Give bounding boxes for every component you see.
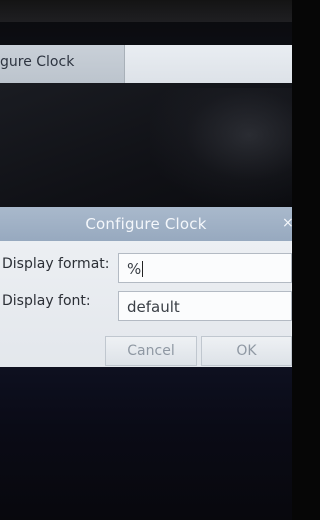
background-window-title: gure Clock [0, 54, 75, 70]
close-icon[interactable]: × [282, 215, 292, 231]
device-bezel [0, 0, 292, 22]
display-format-input[interactable]: % [118, 253, 292, 283]
screen-glare [150, 88, 292, 206]
dialog-titlebar: Configure Clock × [0, 207, 292, 241]
display-format-label: Display format: [2, 256, 110, 272]
text-caret [142, 261, 144, 277]
dialog-title: Configure Clock [85, 215, 207, 233]
screen: gure Clock Configure Clock × Display for… [0, 0, 292, 520]
background-window-title-tab[interactable]: gure Clock [0, 45, 125, 83]
desktop-background [0, 367, 292, 520]
display-font-label: Display font: [2, 293, 91, 309]
display-font-value: default [127, 298, 180, 316]
cancel-button[interactable]: Cancel [105, 336, 197, 366]
ok-button[interactable]: OK [201, 336, 292, 366]
display-format-value: % [127, 260, 144, 278]
display-font-button[interactable]: default [118, 291, 292, 321]
background-window-titlebar: gure Clock [0, 45, 292, 83]
